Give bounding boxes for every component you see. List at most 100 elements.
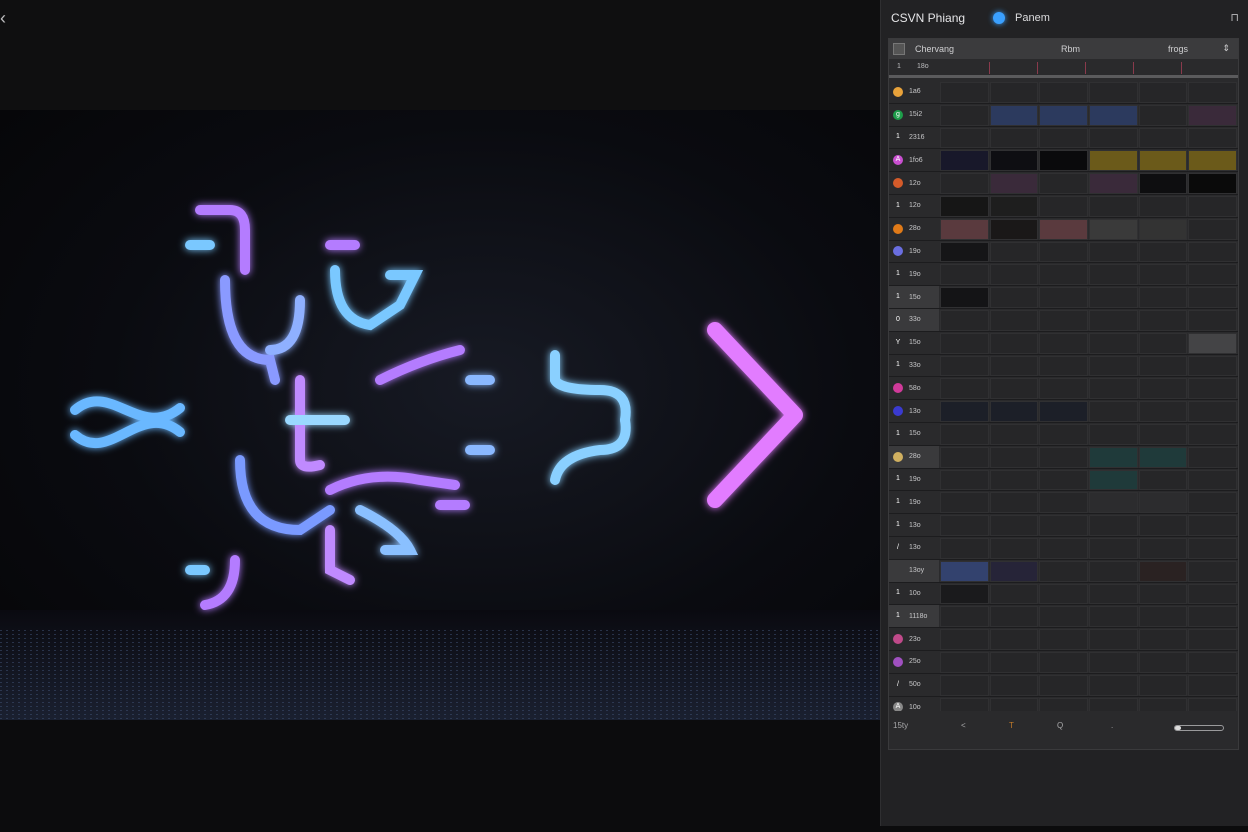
grid-cell[interactable] xyxy=(1039,515,1088,536)
row-header[interactable]: 1 12o xyxy=(889,195,939,217)
row-header[interactable]: A 1fo6 xyxy=(889,149,939,171)
grid-cell[interactable] xyxy=(1138,150,1188,172)
row-header[interactable]: 1 15o xyxy=(889,423,939,445)
row-header[interactable]: 12o xyxy=(889,172,939,194)
grid-cell[interactable] xyxy=(1138,355,1188,377)
grid-cell[interactable] xyxy=(1089,82,1138,103)
grid-cell[interactable] xyxy=(989,515,1039,536)
grid-cell[interactable] xyxy=(1039,378,1088,400)
grid-cell[interactable] xyxy=(1138,446,1188,468)
column-header[interactable]: frogs xyxy=(1168,44,1188,54)
grid-cell[interactable] xyxy=(1188,82,1237,103)
grid-cell[interactable] xyxy=(1039,469,1088,491)
table-row[interactable]: 28o xyxy=(889,445,1238,469)
grid-cell[interactable] xyxy=(989,332,1039,354)
grid-menu-icon[interactable] xyxy=(893,43,905,55)
table-row[interactable]: 1 19o xyxy=(889,491,1238,515)
table-row[interactable]: 1 19o xyxy=(889,263,1238,287)
grid-cell[interactable] xyxy=(1089,150,1138,172)
row-header[interactable]: 23o xyxy=(889,628,939,650)
grid-cell[interactable] xyxy=(940,651,989,673)
grid-cell[interactable] xyxy=(940,401,989,422)
grid-cell[interactable] xyxy=(989,674,1039,696)
row-header[interactable]: 1 13o xyxy=(889,514,939,536)
pin-icon[interactable]: ⊓ xyxy=(1230,11,1239,24)
grid-cell[interactable] xyxy=(1188,355,1237,377)
column-header[interactable]: Rbm xyxy=(1061,44,1080,54)
grid-cell[interactable] xyxy=(1188,583,1237,605)
grid-cell[interactable] xyxy=(940,150,989,172)
grid-cell[interactable] xyxy=(940,537,989,559)
grid-cell[interactable] xyxy=(1089,241,1138,263)
row-header[interactable]: 1 2316 xyxy=(889,127,939,149)
table-row[interactable]: 1 15o xyxy=(889,286,1238,309)
table-row[interactable]: 13o xyxy=(889,400,1238,423)
grid-cell[interactable] xyxy=(1089,401,1138,422)
grid-cell[interactable] xyxy=(940,492,989,514)
grid-cell[interactable] xyxy=(1039,173,1088,194)
grid-cell[interactable] xyxy=(1039,401,1088,422)
grid-cell[interactable] xyxy=(1039,537,1088,559)
table-row[interactable]: 1 2316 xyxy=(889,127,1238,150)
row-header[interactable]: 1 15o xyxy=(889,286,939,308)
grid-cell[interactable] xyxy=(1089,173,1138,194)
row-header[interactable]: / 50o xyxy=(889,674,939,696)
grid-cell[interactable] xyxy=(1188,127,1237,149)
grid-cell[interactable] xyxy=(1089,606,1138,628)
grid-cell[interactable] xyxy=(1089,104,1138,126)
grid-cell[interactable] xyxy=(1039,674,1088,696)
grid-cell[interactable] xyxy=(1188,629,1237,650)
grid-cell[interactable] xyxy=(989,401,1039,422)
grid-cell[interactable] xyxy=(1039,583,1088,605)
grid-cell[interactable] xyxy=(989,287,1039,308)
grid-cell[interactable] xyxy=(1039,309,1088,331)
grid-cell[interactable] xyxy=(940,309,989,331)
grid-cell[interactable] xyxy=(989,82,1039,103)
grid-cell[interactable] xyxy=(940,195,989,217)
grid-cell[interactable] xyxy=(940,469,989,491)
table-row[interactable]: 13oy xyxy=(889,559,1238,583)
grid-cell[interactable] xyxy=(1138,127,1188,149)
row-header[interactable]: 25o xyxy=(889,651,939,673)
grid-cell[interactable] xyxy=(940,104,989,126)
grid-cell[interactable] xyxy=(989,309,1039,331)
grid-cell[interactable] xyxy=(1188,332,1237,354)
table-row[interactable]: / 50o xyxy=(889,674,1238,697)
zoom-slider[interactable] xyxy=(1174,725,1224,731)
grid-cell[interactable] xyxy=(989,218,1039,240)
grid-cell[interactable] xyxy=(940,355,989,377)
row-header[interactable]: 1a6 xyxy=(889,81,939,103)
grid-cell[interactable] xyxy=(1039,150,1088,172)
grid-cell[interactable] xyxy=(1188,674,1237,696)
grid-cell[interactable] xyxy=(989,150,1039,172)
table-row[interactable]: 58o xyxy=(889,377,1238,401)
grid-cell[interactable] xyxy=(1089,651,1138,673)
grid-cell[interactable] xyxy=(1039,127,1088,149)
grid-cell[interactable] xyxy=(1188,492,1237,514)
grid-cell[interactable] xyxy=(940,82,989,103)
grid-cell[interactable] xyxy=(1039,651,1088,673)
grid-cell[interactable] xyxy=(989,104,1039,126)
grid-cell[interactable] xyxy=(989,241,1039,263)
grid-cell[interactable] xyxy=(1188,560,1237,582)
grid-cell[interactable] xyxy=(989,583,1039,605)
grid-cell[interactable] xyxy=(940,241,989,263)
grid-cell[interactable] xyxy=(1039,195,1088,217)
table-row[interactable]: 1 10o xyxy=(889,583,1238,606)
grid-cell[interactable] xyxy=(1039,560,1088,582)
grid-cell[interactable] xyxy=(1138,651,1188,673)
row-header[interactable]: 1 19o xyxy=(889,469,939,491)
grid-cell[interactable] xyxy=(1089,423,1138,445)
table-row[interactable]: 1a6 xyxy=(889,81,1238,104)
grid-cell[interactable] xyxy=(1138,515,1188,536)
grid-cell[interactable] xyxy=(1138,218,1188,240)
grid-cell[interactable] xyxy=(1138,104,1188,126)
grid-cell[interactable] xyxy=(1089,264,1138,286)
row-header[interactable]: 1 10o xyxy=(889,583,939,605)
row-header[interactable]: Y 15o xyxy=(889,332,939,354)
grid-cell[interactable] xyxy=(989,355,1039,377)
grid-cell[interactable] xyxy=(1138,287,1188,308)
grid-cell[interactable] xyxy=(1138,423,1188,445)
grid-cell[interactable] xyxy=(940,560,989,582)
grid-cell[interactable] xyxy=(1188,446,1237,468)
